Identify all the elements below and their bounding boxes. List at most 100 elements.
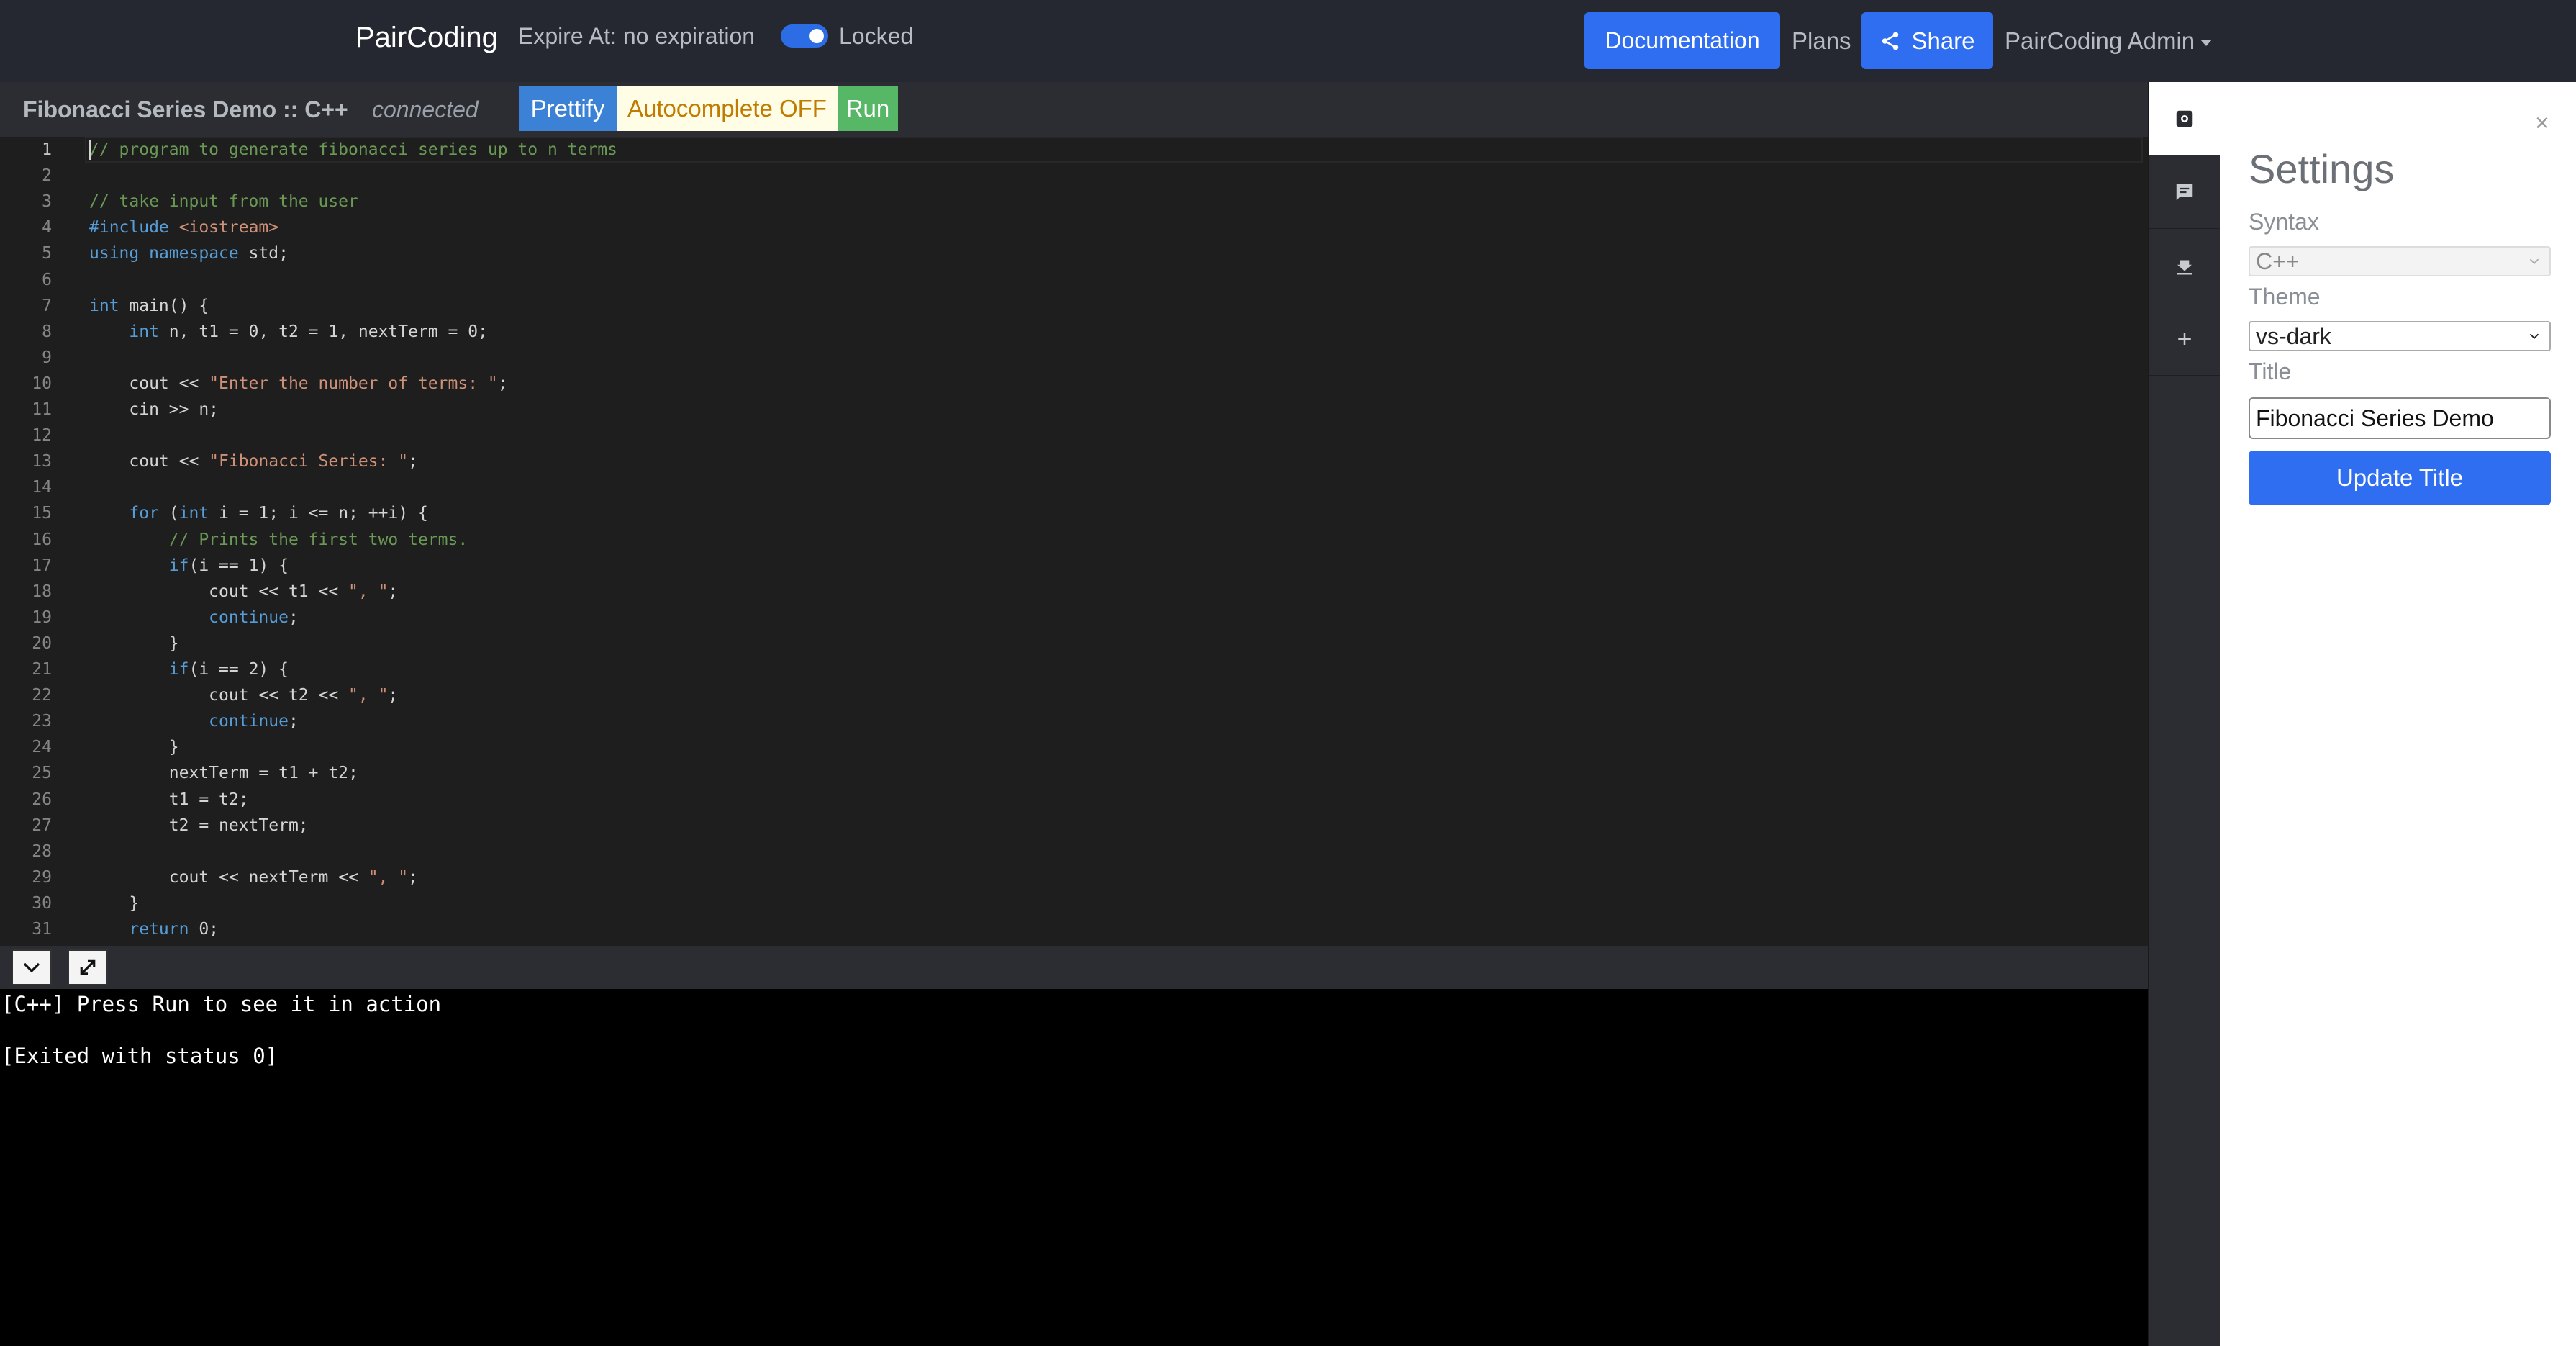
line-number: 28 (32, 841, 52, 861)
admin-dropdown[interactable]: PairCoding Admin (2005, 27, 2213, 55)
line-number: 23 (32, 712, 52, 731)
line-number-gutter: 1 2 3 4 5 6 7 8 9 10 11 12 13 14 15 16 17 18 19 20 21 22 23 24 2… (0, 137, 72, 946)
text-cursor (89, 140, 91, 160)
code-line[interactable]: } (89, 734, 179, 760)
code-line[interactable]: if(i == 1) { (89, 553, 289, 579)
settings-icon (2176, 110, 2193, 127)
code-line[interactable]: cout << t2 << ", "; (89, 682, 398, 708)
line-number: 6 (42, 270, 52, 289)
brand-logo[interactable]: PairCoding (355, 22, 498, 54)
line-number: 2 (42, 166, 52, 186)
line-number: 15 (32, 504, 52, 523)
code-line[interactable]: cout << t1 << ", "; (89, 579, 398, 605)
line-number: 18 (32, 582, 52, 601)
sidebar-item-add[interactable] (2149, 302, 2221, 376)
line-number: 27 (32, 816, 52, 835)
code-line[interactable]: continue; (89, 605, 299, 631)
line-number: 12 (32, 426, 52, 446)
lock-toggle[interactable] (781, 24, 828, 48)
line-number: 19 (32, 607, 52, 627)
collapse-console-button[interactable] (12, 949, 52, 985)
syntax-label: Syntax (2249, 209, 2319, 235)
locked-label: Locked (839, 23, 914, 49)
line-number: 31 (32, 920, 52, 939)
code-line[interactable]: } (89, 890, 139, 916)
syntax-value: C++ (2256, 248, 2300, 274)
code-line[interactable]: continue; (89, 708, 299, 734)
console-line: [Exited with status 0] (1, 1044, 278, 1068)
code-line[interactable]: #include <iostream> (89, 214, 278, 240)
plans-link[interactable]: Plans (1792, 27, 1851, 55)
code-line[interactable]: for (int i = 1; i <= n; ++i) { (89, 500, 427, 526)
code-line[interactable]: return 0; (89, 916, 219, 942)
code-line[interactable]: nextTerm = t1 + t2; (89, 760, 358, 786)
code-line[interactable]: // Prints the first two terms. (89, 527, 468, 553)
line-number: 10 (32, 374, 52, 393)
line-number: 26 (32, 790, 52, 809)
title-input[interactable]: Fibonacci Series Demo (2249, 397, 2551, 439)
line-number: 17 (32, 556, 52, 575)
console-toolbar (0, 946, 2148, 989)
sidebar-icon-strip (2148, 82, 2221, 1346)
chevron-down-icon (2529, 333, 2539, 340)
code-line[interactable]: // take input from the user (89, 189, 358, 214)
sidebar-item-settings[interactable] (2149, 82, 2221, 155)
connection-status: connected (372, 96, 479, 122)
expire-label: Expire At: no expiration (518, 23, 756, 49)
autocomplete-toggle-button[interactable]: Autocomplete OFF (617, 86, 838, 131)
chevron-down-icon (23, 962, 40, 973)
code-line[interactable]: } (89, 631, 179, 656)
line-number: 21 (32, 660, 52, 679)
code-line[interactable]: cout << nextTerm << ", "; (89, 864, 418, 890)
line-number: 13 (32, 452, 52, 471)
line-number: 20 (32, 633, 52, 653)
theme-label: Theme (2249, 284, 2321, 310)
code-line[interactable]: cin >> n; (89, 397, 219, 423)
plus-icon (2178, 332, 2191, 345)
line-number: 24 (32, 738, 52, 757)
download-icon (2177, 260, 2192, 274)
title-label: Title (2249, 358, 2292, 384)
syntax-select[interactable]: C++ (2249, 246, 2551, 276)
theme-select[interactable]: vs-dark (2249, 321, 2551, 351)
chevron-down-icon (2529, 258, 2539, 265)
prettify-button[interactable]: Prettify (519, 86, 617, 131)
update-title-button[interactable]: Update Title (2249, 451, 2551, 505)
sidebar-item-download[interactable] (2149, 229, 2221, 302)
line-number: 14 (32, 478, 52, 497)
expand-console-button[interactable] (68, 949, 108, 985)
share-button[interactable]: Share (1861, 12, 1993, 69)
top-navbar: PairCoding Expire At: no expiration Lock… (0, 0, 2576, 82)
code-line[interactable]: // program to generate fibonacci series … (89, 137, 617, 163)
code-line[interactable]: cout << "Fibonacci Series: "; (89, 448, 418, 474)
code-editor[interactable]: 1 2 3 4 5 6 7 8 9 10 11 12 13 14 15 16 17 18 19 20 21 22 23 24 2… (0, 137, 2148, 946)
line-number: 22 (32, 686, 52, 705)
document-title: Fibonacci Series Demo :: C++ (23, 96, 348, 122)
code-line[interactable]: t2 = nextTerm; (89, 813, 309, 839)
caret-down-icon (2200, 39, 2213, 46)
code-line[interactable]: if(i == 2) { (89, 656, 289, 682)
line-number: 5 (42, 244, 52, 263)
code-line[interactable]: using namespace std; (89, 240, 289, 266)
chat-icon (2176, 184, 2193, 200)
line-number: 4 (42, 218, 52, 238)
line-number: 1 (42, 140, 52, 159)
code-line[interactable]: cout << "Enter the number of terms: "; (89, 371, 507, 397)
documentation-button[interactable]: Documentation (1584, 12, 1780, 69)
close-icon[interactable]: × (2535, 111, 2549, 135)
sidebar-item-chat[interactable] (2149, 155, 2221, 229)
settings-title: Settings (2249, 146, 2395, 191)
code-line[interactable]: int main() { (89, 293, 209, 319)
code-line[interactable]: t1 = t2; (89, 787, 249, 813)
run-button[interactable]: Run (838, 86, 898, 131)
line-number: 3 (42, 192, 52, 212)
line-number: 25 (32, 764, 52, 783)
editor-toolbar: Fibonacci Series Demo :: C++ connected P… (0, 82, 2148, 137)
share-icon (1882, 32, 1899, 50)
code-line[interactable]: int n, t1 = 0, t2 = 1, nextTerm = 0; (89, 319, 488, 345)
line-number: 16 (32, 530, 52, 549)
theme-value: vs-dark (2256, 322, 2331, 349)
line-number: 29 (32, 867, 52, 887)
line-number: 11 (32, 400, 52, 419)
toggle-knob (809, 29, 824, 43)
